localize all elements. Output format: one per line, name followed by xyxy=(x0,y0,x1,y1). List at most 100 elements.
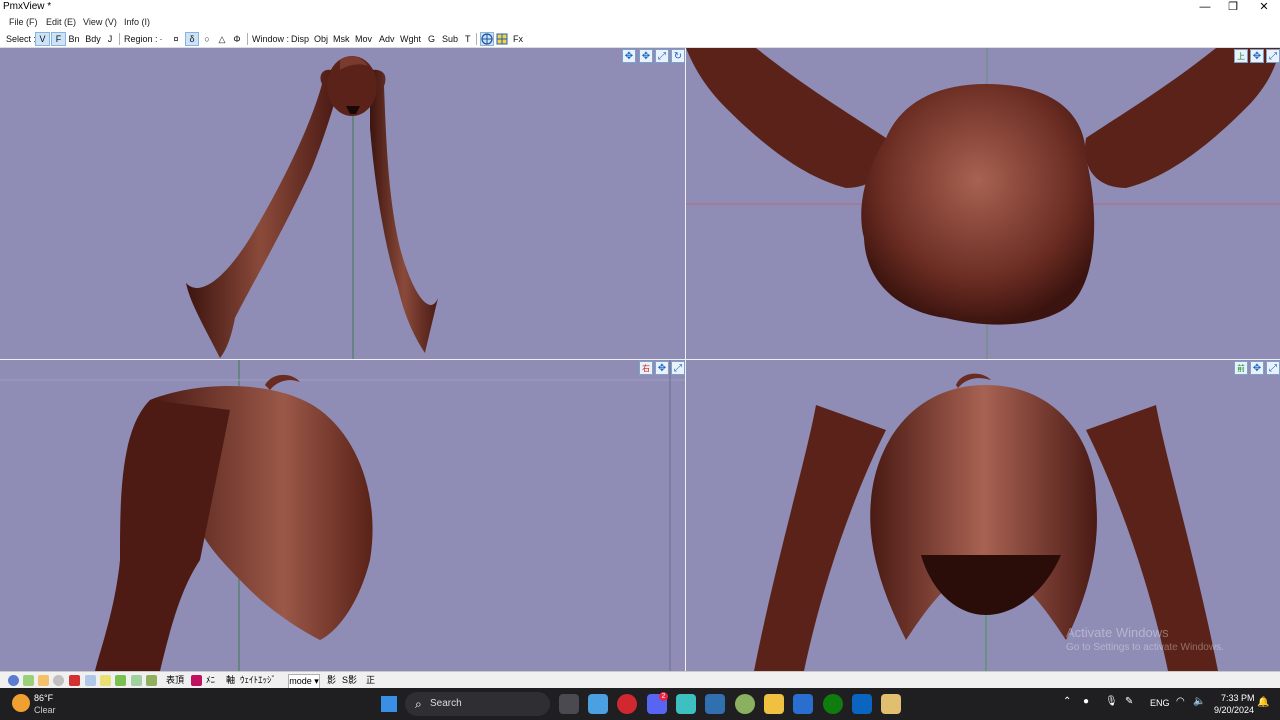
tray-app-icon[interactable]: ● xyxy=(1083,696,1089,707)
opera-icon[interactable] xyxy=(617,694,637,714)
window-label: Window : xyxy=(252,34,290,44)
weather-temp[interactable]: 86°F xyxy=(34,693,53,703)
grid-icon[interactable] xyxy=(496,33,508,45)
axis-button[interactable]: 軸 xyxy=(226,674,235,687)
mode-dropdown[interactable]: mode ▾ xyxy=(288,674,320,689)
viewport-top-right[interactable]: 上 ✥ ⤢ xyxy=(686,48,1280,359)
menu-view[interactable]: View (V) xyxy=(83,17,117,27)
window-mov-button[interactable]: Mov xyxy=(355,33,372,45)
windows-taskbar: 86°F Clear ⌕ Search 2 ⌃ ● 🎙 ✎ ENG ◠ 🔈 7:… xyxy=(0,688,1280,720)
line-display-icon[interactable] xyxy=(85,675,96,686)
app3-icon[interactable] xyxy=(881,694,901,714)
task-view-icon[interactable] xyxy=(559,694,579,714)
window-title: PmxView * xyxy=(3,1,52,12)
edge-button[interactable]: ﾒﾆ xyxy=(206,674,215,687)
weather-desc[interactable]: Clear xyxy=(34,705,56,715)
outlook-icon[interactable] xyxy=(852,694,872,714)
ortho-button[interactable]: 正 xyxy=(366,674,375,687)
region-circle-button[interactable]: ○ xyxy=(201,33,213,45)
xbox-icon[interactable] xyxy=(823,694,843,714)
menu-file[interactable]: File (F) xyxy=(9,17,38,27)
viewport-top-left[interactable]: ✥ ✥ ⤢ ↻ xyxy=(0,48,685,359)
vertex-display-icon[interactable] xyxy=(8,675,19,686)
shadow-button[interactable]: 影 xyxy=(327,674,336,687)
zoom-view-icon[interactable]: ⤢ xyxy=(1266,361,1280,375)
warning-triangle-icon[interactable] xyxy=(69,675,80,686)
physics-icon[interactable] xyxy=(146,675,157,686)
zoom-view-icon[interactable]: ⤢ xyxy=(1266,49,1280,63)
view-label-front[interactable]: 前 xyxy=(1234,361,1248,375)
region-phi-button[interactable]: Φ xyxy=(231,33,243,45)
edge2-button[interactable]: ｴｯｼﾞ xyxy=(258,674,276,687)
microphone-icon[interactable]: 🎙 xyxy=(1105,696,1118,707)
copilot-icon[interactable] xyxy=(588,694,608,714)
material-display-icon[interactable] xyxy=(38,675,49,686)
light-icon[interactable] xyxy=(100,675,111,686)
search-placeholder: Search xyxy=(430,698,462,709)
pmxview-icon[interactable] xyxy=(705,694,725,714)
close-button[interactable]: ✕ xyxy=(1248,0,1280,15)
language-indicator[interactable]: ENG xyxy=(1150,698,1170,708)
pan-view-icon[interactable]: ✥ xyxy=(1250,49,1264,63)
window-sub-button[interactable]: Sub xyxy=(442,33,458,45)
rotate-view-icon[interactable]: ↻ xyxy=(671,49,685,63)
region-point-button[interactable]: · xyxy=(157,33,165,45)
menu-info[interactable]: Info (I) xyxy=(124,17,150,27)
select-vertex-button[interactable]: V xyxy=(35,32,50,46)
toolbar: Select : V F Bn Bdy J Region : · ¤ δ ○ △… xyxy=(0,31,1280,48)
hair-model-side-view xyxy=(186,56,438,359)
window-disp-button[interactable]: Disp xyxy=(291,33,309,45)
viewport-bottom-left[interactable]: 右 ✥ ⤢ xyxy=(0,360,685,671)
color-swatch-icon[interactable] xyxy=(191,675,202,686)
chevron-up-icon[interactable]: ⌃ xyxy=(1063,696,1071,707)
select-body-button[interactable]: Bdy xyxy=(85,33,101,45)
move-view-icon[interactable]: ✥ xyxy=(622,49,636,63)
pen-icon[interactable]: ✎ xyxy=(1125,696,1133,707)
clock-date[interactable]: 9/20/2024 xyxy=(1214,705,1254,715)
region-rect-button[interactable]: ¤ xyxy=(171,33,181,45)
select-face-button[interactable]: F xyxy=(51,32,66,46)
face-display-icon[interactable] xyxy=(23,675,34,686)
region-triangle-button[interactable]: △ xyxy=(216,33,228,45)
window-t-button[interactable]: T xyxy=(465,33,471,45)
maximize-button[interactable]: ❐ xyxy=(1217,0,1249,15)
menu-edit[interactable]: Edit (E) xyxy=(46,17,76,27)
pan-view-icon[interactable]: ✥ xyxy=(1250,361,1264,375)
weather-moon-icon[interactable] xyxy=(12,694,30,712)
viewport-bottom-right[interactable]: 前 ✥ ⤢ Activate Windows Go to Settings to… xyxy=(686,360,1280,671)
globe-icon[interactable] xyxy=(480,32,494,46)
window-wght-button[interactable]: Wght xyxy=(400,33,421,45)
app-icon[interactable] xyxy=(676,694,696,714)
view-label-top[interactable]: 上 xyxy=(1234,49,1248,63)
app2-icon[interactable] xyxy=(735,694,755,714)
fx-button[interactable]: Fx xyxy=(513,33,523,45)
store-icon[interactable] xyxy=(793,694,813,714)
select-bone-button[interactable]: Bn xyxy=(68,33,80,45)
window-g-button[interactable]: G xyxy=(428,33,435,45)
file-explorer-icon[interactable] xyxy=(764,694,784,714)
morph-icon[interactable] xyxy=(131,675,142,686)
bone-display-icon[interactable] xyxy=(53,675,64,686)
window-obj-button[interactable]: Obj xyxy=(314,33,328,45)
taskbar-search[interactable]: ⌕ Search xyxy=(405,692,550,716)
clock-time[interactable]: 7:33 PM xyxy=(1221,693,1255,703)
region-lasso-button[interactable]: δ xyxy=(185,32,199,46)
self-shadow-button[interactable]: S影 xyxy=(342,674,357,687)
pan-view-icon[interactable]: ✥ xyxy=(639,49,653,63)
zoom-view-icon[interactable]: ⤢ xyxy=(655,49,669,63)
hair-model-top-view xyxy=(686,48,1280,359)
hair-model-front-view xyxy=(754,373,1218,671)
window-adv-button[interactable]: Adv xyxy=(379,33,395,45)
pan-view-icon[interactable]: ✥ xyxy=(655,361,669,375)
surface-button[interactable]: 表頂 xyxy=(166,674,184,687)
windows-start-icon[interactable] xyxy=(381,696,397,712)
weight-button[interactable]: ｳｪｲﾄ xyxy=(240,674,258,687)
select-joint-button[interactable]: J xyxy=(106,33,114,45)
wifi-icon[interactable]: ◠ xyxy=(1176,696,1185,707)
volume-icon[interactable]: 🔈 xyxy=(1193,696,1205,707)
notification-bell-icon[interactable]: 🔔 xyxy=(1257,697,1269,708)
view-label-right[interactable]: 右 xyxy=(639,361,653,375)
zoom-view-icon[interactable]: ⤢ xyxy=(671,361,685,375)
window-msk-button[interactable]: Msk xyxy=(333,33,350,45)
arrow-icon[interactable] xyxy=(115,675,126,686)
